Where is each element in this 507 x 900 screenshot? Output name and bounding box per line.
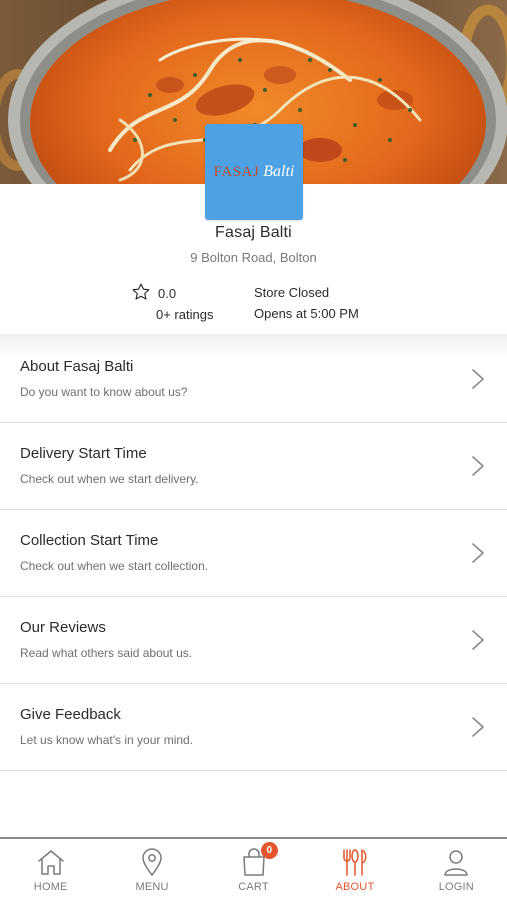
rating-count: 0+ ratings	[156, 307, 214, 322]
store-logo: FASAJ Balti	[205, 124, 303, 220]
nav-login[interactable]: LOGIN	[406, 839, 507, 900]
nav-label-login: LOGIN	[438, 881, 474, 893]
store-status: Store Closed	[254, 285, 330, 300]
list-item-title: Delivery Start Time	[20, 445, 147, 462]
cart-count-badge: 0	[260, 842, 278, 859]
chevron-right-icon	[472, 369, 484, 389]
store-status-block: Store Closed Opens at 5:00 PM	[254, 285, 424, 329]
store-name: Fasaj Balti	[215, 224, 292, 241]
nav-label-about: ABOUT	[335, 881, 375, 893]
map-pin-icon	[142, 848, 162, 876]
list-item-subtitle: Read what others said about us.	[20, 646, 193, 660]
list-item-our-reviews[interactable]: Our Reviews Read what others said about …	[0, 597, 507, 684]
home-icon	[37, 850, 64, 875]
logo-word-balti: Balti	[263, 163, 295, 180]
rating-value: 0.0	[158, 286, 177, 301]
rating-block: 0.0 0+ ratings	[131, 282, 241, 326]
nav-menu[interactable]: MENU	[101, 839, 202, 900]
fork-knife-icon	[343, 849, 367, 876]
chevron-right-icon	[472, 456, 484, 476]
list-item-subtitle: Do you want to know about us?	[20, 385, 188, 399]
nav-home[interactable]: HOME	[0, 839, 101, 900]
star-outline-icon	[132, 283, 150, 300]
list-item-collection-start-time[interactable]: Collection Start Time Check out when we …	[0, 510, 507, 597]
list-item-subtitle: Let us know what's in your mind.	[20, 733, 194, 747]
logo-word-fasaj: FASAJ	[213, 164, 260, 180]
list-item-about[interactable]: About Fasaj Balti Do you want to know ab…	[0, 336, 507, 423]
list-item-give-feedback[interactable]: Give Feedback Let us know what's in your…	[0, 684, 507, 771]
list-item-delivery-start-time[interactable]: Delivery Start Time Check out when we st…	[0, 423, 507, 510]
list-item-title: Collection Start Time	[20, 532, 159, 549]
store-address: 9 Bolton Road, Bolton	[190, 250, 317, 265]
list-item-subtitle: Check out when we start delivery.	[20, 472, 199, 486]
store-opening-time: Opens at 5:00 PM	[254, 306, 359, 321]
chevron-right-icon	[472, 630, 484, 650]
user-icon	[444, 850, 469, 876]
nav-label-menu: MENU	[135, 881, 169, 893]
list-item-title: About Fasaj Balti	[20, 358, 134, 375]
nav-label-home: HOME	[33, 881, 68, 893]
nav-label-cart: CART	[238, 881, 269, 893]
logo-wordmark: FASAJ Balti	[214, 164, 295, 180]
about-options-list: About Fasaj Balti Do you want to know ab…	[0, 336, 507, 771]
bottom-navigation: HOME MENU 0 CART ABOUT LOGIN	[0, 837, 507, 900]
nav-about[interactable]: ABOUT	[304, 839, 405, 900]
store-about-screen: FASAJ Balti Fasaj Balti 9 Bolton Road, B…	[0, 0, 507, 900]
list-item-subtitle: Check out when we start collection.	[20, 559, 209, 573]
chevron-right-icon	[472, 543, 484, 563]
chevron-right-icon	[472, 717, 484, 737]
nav-cart[interactable]: 0 CART	[203, 839, 304, 900]
list-item-title: Give Feedback	[20, 706, 121, 723]
list-item-title: Our Reviews	[20, 619, 106, 636]
